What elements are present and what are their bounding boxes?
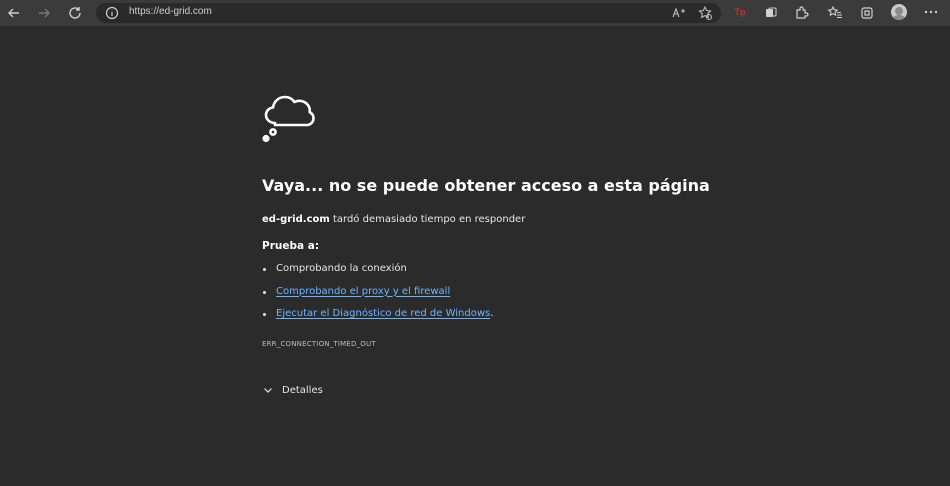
bullet (263, 268, 266, 271)
refresh-icon[interactable] (65, 3, 85, 23)
screenshot-icon[interactable] (857, 3, 877, 23)
try-label: Prueba a: (262, 240, 320, 252)
error-host: ed-grid.com (262, 214, 330, 225)
suffix-period: . (490, 308, 494, 319)
cloud-thought-icon (262, 95, 315, 143)
error-title: Vaya... no se puede obtener acceso a est… (262, 176, 710, 195)
suggestion-check-connection: Comprobando la conexión (276, 263, 407, 274)
address-bar[interactable]: https://ed-grid.com (96, 3, 721, 23)
list-item: Comprobando la conexión (262, 263, 762, 286)
forward-icon[interactable] (34, 3, 54, 23)
favorite-add-icon[interactable] (697, 5, 713, 21)
extension-tp-icon[interactable]: Tp (733, 5, 747, 19)
favorites-icon[interactable] (825, 3, 845, 23)
details-label: Detalles (282, 384, 323, 396)
profile-icon[interactable] (891, 4, 907, 20)
link-check-proxy-firewall[interactable]: Comprobando el proxy y el firewall (276, 286, 450, 297)
url-text[interactable]: https://ed-grid.com (129, 6, 212, 17)
browser-toolbar: https://ed-grid.com Tp (0, 0, 950, 27)
collections-icon[interactable] (761, 3, 781, 23)
details-toggle[interactable]: Detalles (262, 382, 323, 398)
list-item: Comprobando el proxy y el firewall (262, 286, 762, 309)
list-item: Ejecutar el Diagnóstico de red de Window… (262, 308, 762, 331)
error-description: ed-grid.com tardó demasiado tiempo en re… (262, 214, 525, 225)
suggestion-list: Comprobando la conexión Comprobando el p… (262, 263, 762, 331)
bullet (263, 313, 266, 316)
info-icon[interactable] (104, 5, 120, 21)
bullet (263, 290, 266, 294)
link-network-diagnostics[interactable]: Ejecutar el Diagnóstico de red de Window… (276, 308, 490, 319)
extensions-icon[interactable] (791, 3, 811, 23)
read-aloud-icon[interactable] (671, 5, 687, 21)
chevron-down-icon (264, 388, 272, 393)
error-code: ERR_CONNECTION_TIMED_OUT (262, 340, 376, 348)
more-menu-icon[interactable] (923, 4, 939, 20)
back-icon[interactable] (4, 3, 24, 23)
error-description-text: tardó demasiado tiempo en responder (329, 214, 526, 225)
